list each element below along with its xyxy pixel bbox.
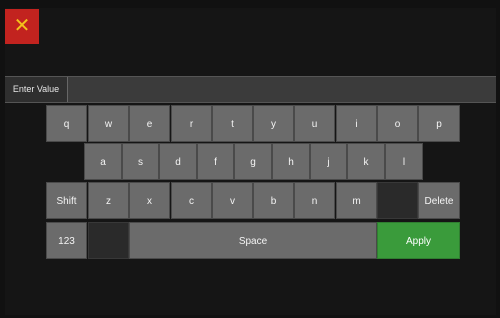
- close-button[interactable]: ✕: [5, 9, 39, 44]
- key-b[interactable]: b: [253, 182, 294, 219]
- key-w[interactable]: w: [88, 105, 129, 142]
- shift-key[interactable]: Shift: [46, 182, 87, 219]
- key-m[interactable]: m: [336, 182, 377, 219]
- key-y[interactable]: y: [253, 105, 294, 142]
- key-h[interactable]: h: [272, 143, 310, 180]
- key-j[interactable]: j: [310, 143, 347, 180]
- apply-button[interactable]: Apply: [377, 222, 460, 259]
- key-f[interactable]: f: [197, 143, 234, 180]
- numbers-key[interactable]: 123: [46, 222, 87, 259]
- input-label: Enter Value: [5, 77, 68, 102]
- close-icon: ✕: [13, 15, 31, 37]
- key-c[interactable]: c: [171, 182, 212, 219]
- key-s[interactable]: s: [122, 143, 159, 180]
- key-d[interactable]: d: [159, 143, 197, 180]
- key-v[interactable]: v: [212, 182, 253, 219]
- delete-key[interactable]: Delete: [418, 182, 460, 219]
- key-z[interactable]: z: [88, 182, 129, 219]
- blank-key-2: [88, 222, 129, 259]
- key-r[interactable]: r: [171, 105, 212, 142]
- blank-key: [377, 182, 418, 219]
- key-q[interactable]: q: [46, 105, 87, 142]
- key-p[interactable]: p: [418, 105, 460, 142]
- value-input[interactable]: [68, 77, 496, 102]
- key-k[interactable]: k: [347, 143, 385, 180]
- key-n[interactable]: n: [294, 182, 335, 219]
- key-o[interactable]: o: [377, 105, 418, 142]
- key-l[interactable]: l: [385, 143, 423, 180]
- key-a[interactable]: a: [84, 143, 122, 180]
- key-g[interactable]: g: [234, 143, 272, 180]
- key-u[interactable]: u: [294, 105, 335, 142]
- space-key[interactable]: Space: [129, 222, 377, 259]
- key-i[interactable]: i: [336, 105, 377, 142]
- key-t[interactable]: t: [212, 105, 253, 142]
- key-e[interactable]: e: [129, 105, 170, 142]
- value-input-row: Enter Value: [5, 76, 496, 103]
- key-x[interactable]: x: [129, 182, 170, 219]
